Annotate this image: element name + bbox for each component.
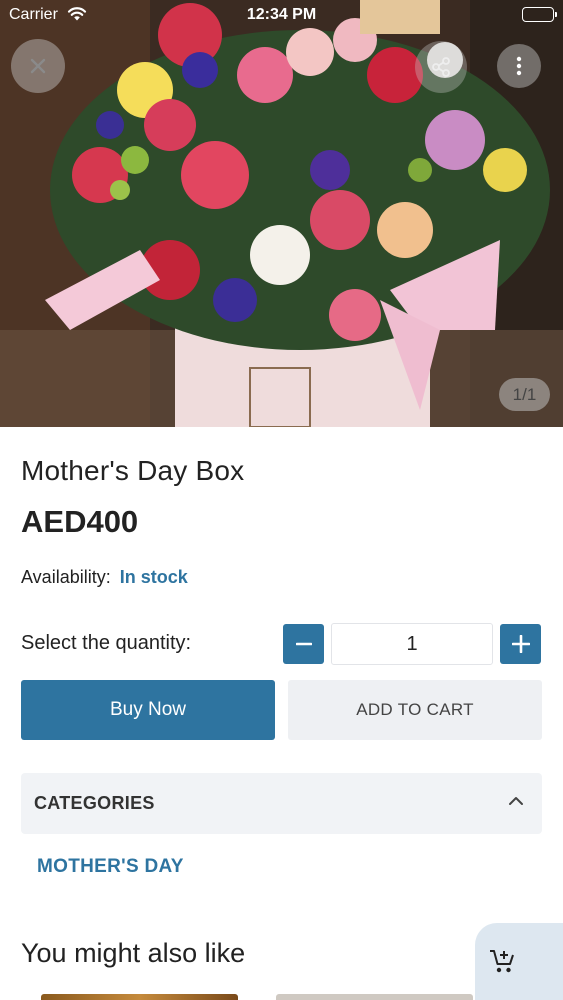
- categories-accordion-header[interactable]: CATEGORIES: [21, 773, 542, 834]
- status-bar: Carrier 12:34 PM: [0, 0, 563, 30]
- buy-now-button[interactable]: Buy Now: [21, 680, 275, 740]
- quantity-increase-button[interactable]: [500, 624, 541, 664]
- add-to-cart-button[interactable]: ADD TO CART: [288, 680, 542, 740]
- recommended-product-image[interactable]: [276, 994, 473, 1000]
- chevron-up-icon: [509, 797, 523, 805]
- recommendations-title: You might also like: [21, 938, 246, 968]
- quantity-input[interactable]: [331, 623, 493, 665]
- minus-icon: [295, 642, 312, 646]
- plus-icon: [511, 635, 530, 653]
- categories-label: CATEGORIES: [34, 793, 155, 813]
- cart-fab-button[interactable]: [475, 923, 563, 1000]
- share-icon: [432, 57, 450, 77]
- more-options-button[interactable]: [497, 44, 541, 88]
- image-counter: 1/1: [499, 378, 550, 411]
- availability-status: In stock: [119, 567, 188, 587]
- category-link[interactable]: MOTHER'S DAY: [37, 856, 184, 878]
- quantity-decrease-button[interactable]: [283, 624, 324, 664]
- availability: Availability: In stock: [21, 567, 188, 588]
- quantity-label: Select the quantity:: [21, 632, 192, 654]
- product-price: AED400: [21, 504, 139, 539]
- recommended-product-image[interactable]: [41, 994, 238, 1000]
- close-icon: [30, 58, 46, 74]
- close-button[interactable]: [11, 39, 65, 93]
- availability-label: Availability:: [21, 567, 111, 587]
- product-title: Mother's Day Box: [21, 455, 245, 486]
- battery-icon: [522, 7, 557, 22]
- product-image[interactable]: [0, 0, 563, 427]
- share-button[interactable]: [415, 41, 467, 93]
- more-vertical-icon: [516, 56, 522, 76]
- flower-arrangement-illustration: [0, 0, 563, 427]
- clock: 12:34 PM: [246, 6, 317, 23]
- add-to-cart-icon: [490, 950, 514, 973]
